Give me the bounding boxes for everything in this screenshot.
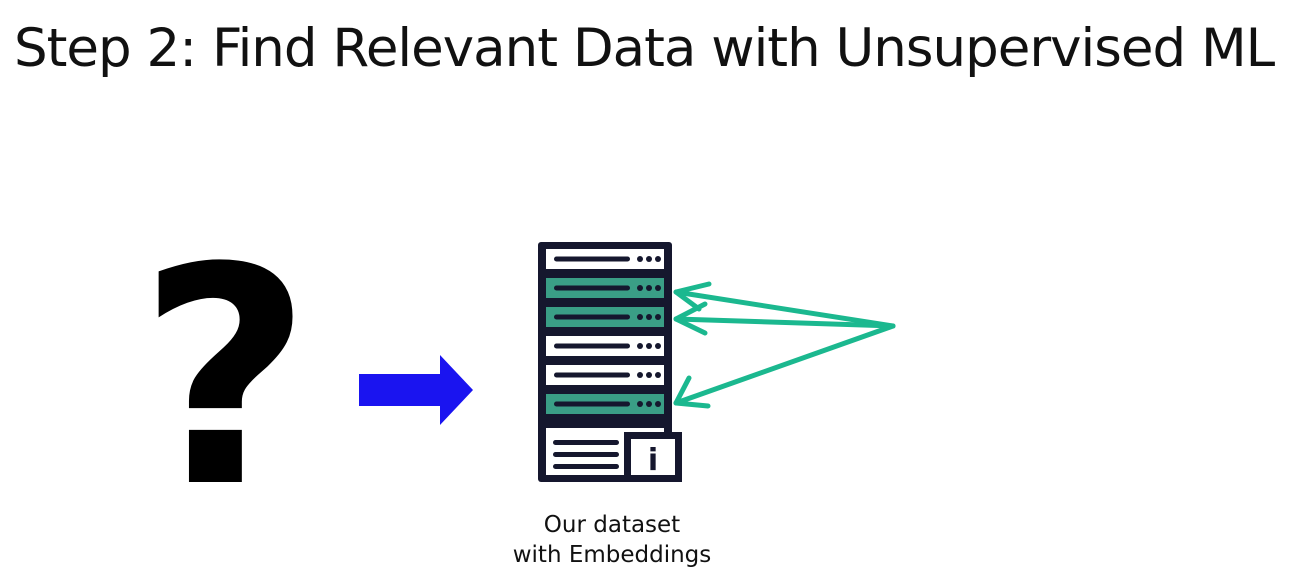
server-row: [546, 365, 664, 385]
database-server-icon: i: [538, 242, 682, 482]
right-arrow-icon: [359, 355, 473, 425]
server-row-led: [646, 372, 652, 378]
server-row-bar: [554, 256, 630, 262]
server-row-led: [646, 343, 652, 349]
server-row-led: [655, 314, 661, 320]
dataset-caption: Our dataset with Embeddings: [462, 510, 762, 570]
caption-line-1: Our dataset: [543, 512, 681, 538]
server-row-led: [637, 256, 643, 262]
question-mark-icon: ?: [138, 204, 312, 553]
server-row-led: [646, 285, 652, 291]
server-row-bar: [554, 314, 630, 320]
server-row-bar: [554, 401, 630, 407]
server-row-led: [637, 401, 643, 407]
server-row-led: [646, 314, 652, 320]
server-row-led: [646, 256, 652, 262]
server-base-line: [553, 440, 619, 445]
server-base-line: [553, 452, 619, 457]
server-row-highlighted: [546, 394, 664, 414]
server-row-led: [655, 256, 661, 262]
server-row-highlighted: [546, 307, 664, 327]
caption-line-2: with Embeddings: [512, 542, 712, 568]
server-row-led: [655, 343, 661, 349]
server-row-led: [637, 343, 643, 349]
diagram: ? i: [138, 204, 896, 553]
server-row: [546, 336, 664, 356]
server-base-line: [553, 464, 619, 469]
server-row-led: [646, 401, 652, 407]
server-row-bar: [554, 372, 630, 378]
server-row-bar: [554, 285, 630, 291]
info-glyph: i: [648, 443, 658, 478]
server-row: [546, 249, 664, 269]
server-row-led: [655, 285, 661, 291]
info-icon: i: [624, 432, 682, 482]
connector-line: [673, 323, 896, 406]
server-row-led: [637, 285, 643, 291]
server-row-led: [655, 372, 661, 378]
server-row-led: [637, 314, 643, 320]
server-row-led: [655, 401, 661, 407]
server-row-bar: [554, 343, 630, 349]
server-row-highlighted: [546, 278, 664, 298]
server-row-led: [637, 372, 643, 378]
